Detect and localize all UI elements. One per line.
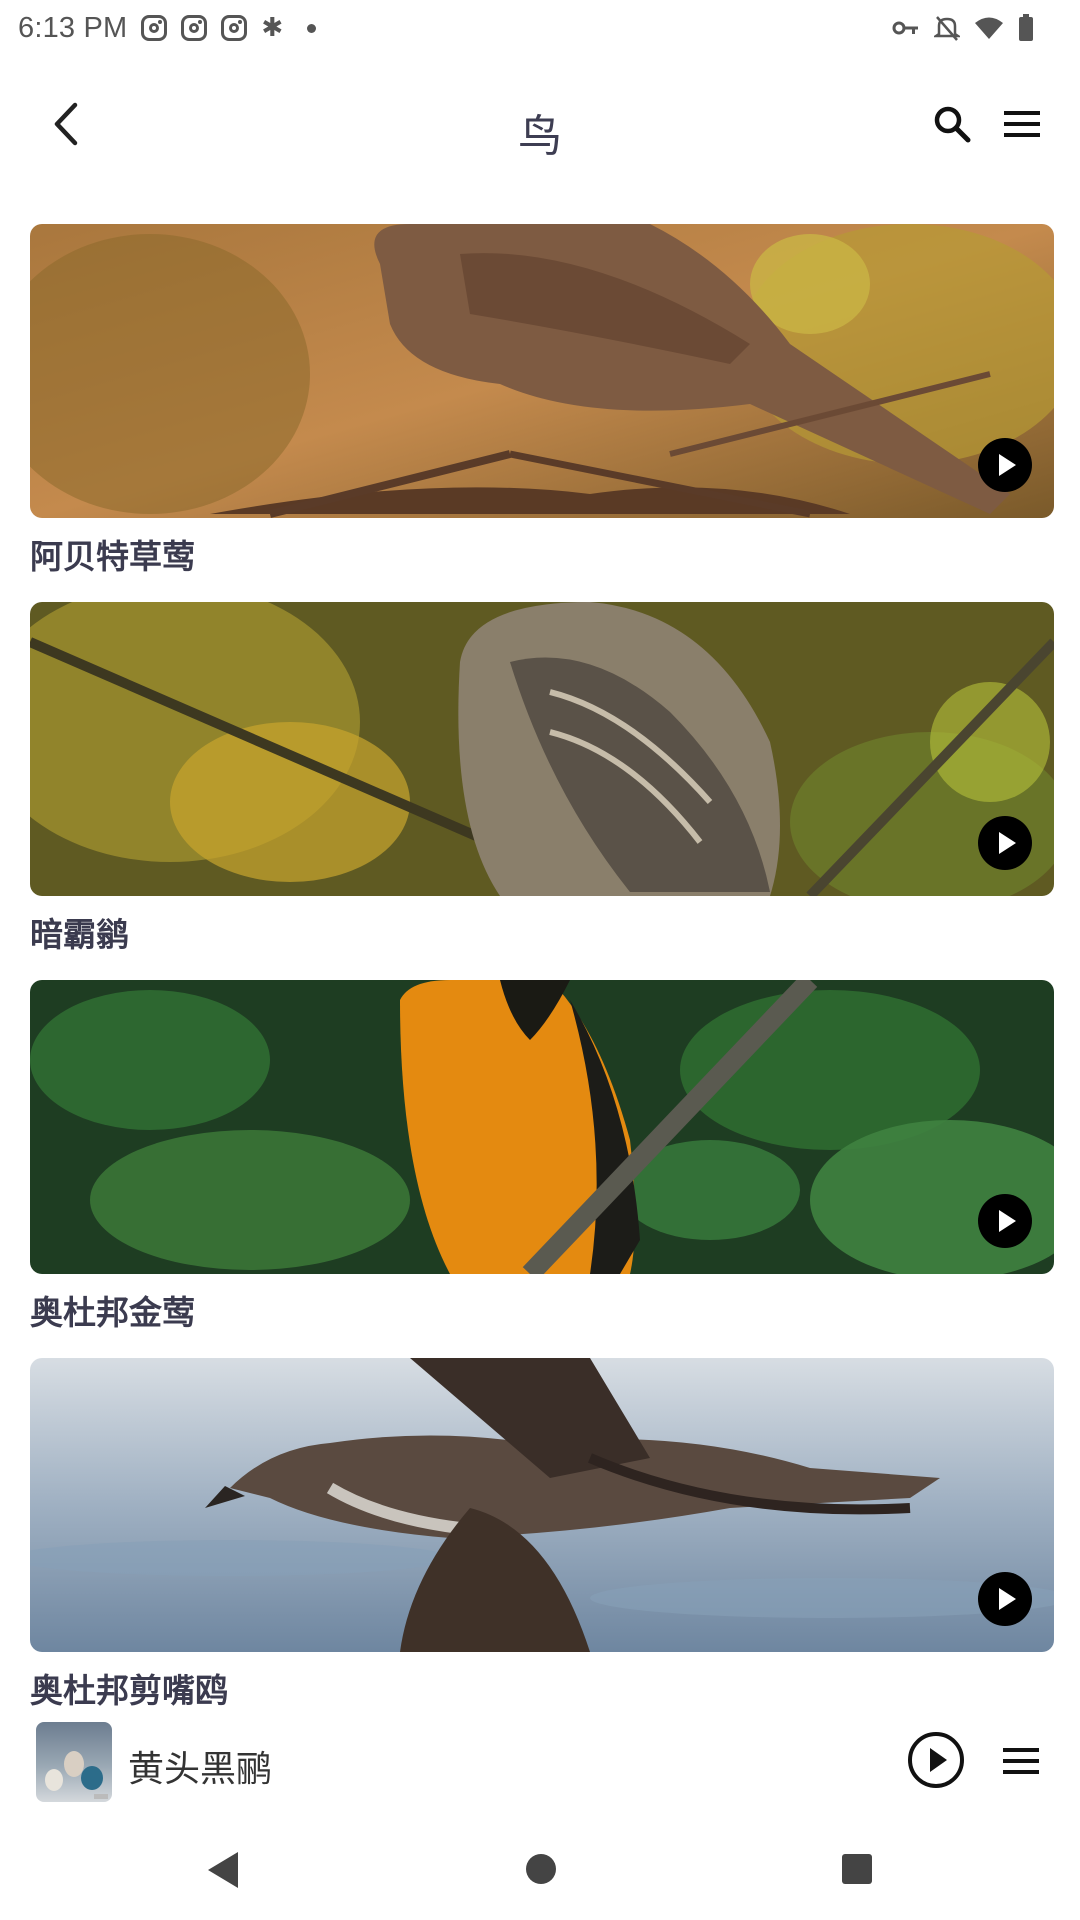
app-bar: 鸟 [0,64,1080,188]
instagram-icon [181,15,208,41]
queue-icon [1003,1748,1039,1774]
play-button[interactable] [978,1194,1032,1248]
bird-photo [30,980,1054,1274]
bird-eggs-image [45,1751,108,1799]
bird-name: 奥杜邦剪嘴鸥 [30,1671,228,1710]
play-button[interactable] [978,438,1032,492]
bird-name: 暗霸鹟 [30,915,129,954]
status-right [892,14,1062,42]
play-circle-icon[interactable] [908,1732,964,1788]
search-icon [934,106,971,143]
bird-thumbnail[interactable] [30,602,1054,896]
bird-card[interactable]: 奥杜邦剪嘴鸥 [30,1358,1054,1712]
bird-thumbnail[interactable] [30,1358,1054,1652]
mute-icon [934,16,960,41]
menu-icon [1004,111,1040,137]
menu-button[interactable] [992,94,1052,154]
status-bar: 6:13 PM ✱ [0,0,1080,56]
status-left: 6:13 PM ✱ [18,11,317,45]
bird-name: 阿贝特草莺 [30,537,195,576]
mini-player-artwork[interactable] [36,1722,112,1802]
bird-thumbnail[interactable] [30,224,1054,518]
nav-back-icon[interactable] [208,1852,238,1888]
bird-card[interactable]: 暗霸鹟 [30,602,1054,956]
notification-dot-icon [307,23,317,33]
instagram-icon [141,15,168,41]
mini-player[interactable]: 黄头黑鹂 [0,1712,1080,1812]
now-playing-title: 黄头黑鹂 [128,1749,273,1790]
queue-button[interactable] [996,1736,1046,1786]
page-title: 鸟 [518,111,562,162]
status-time: 6:13 PM [18,11,128,44]
bird-photo [30,602,1054,896]
battery-icon [1019,14,1033,41]
system-nav-bar [0,1830,1080,1920]
bluetooth-icon: ✱ [261,13,284,43]
vpn-key-icon [892,21,918,35]
bird-card[interactable]: 奥杜邦金莺 [30,980,1054,1334]
bird-card[interactable]: 阿贝特草莺 [30,224,1054,578]
nav-home-icon[interactable] [526,1854,556,1884]
instagram-icon [221,15,248,41]
wifi-icon [975,17,1003,39]
nav-recents-icon[interactable] [842,1854,872,1884]
bird-photo [30,224,1054,518]
bird-name: 奥杜邦金莺 [30,1293,195,1332]
bird-thumbnail[interactable] [30,980,1054,1274]
play-button[interactable] [978,816,1032,870]
bird-photo [30,1358,1054,1652]
play-button[interactable] [978,1572,1032,1626]
search-button[interactable] [922,94,982,154]
